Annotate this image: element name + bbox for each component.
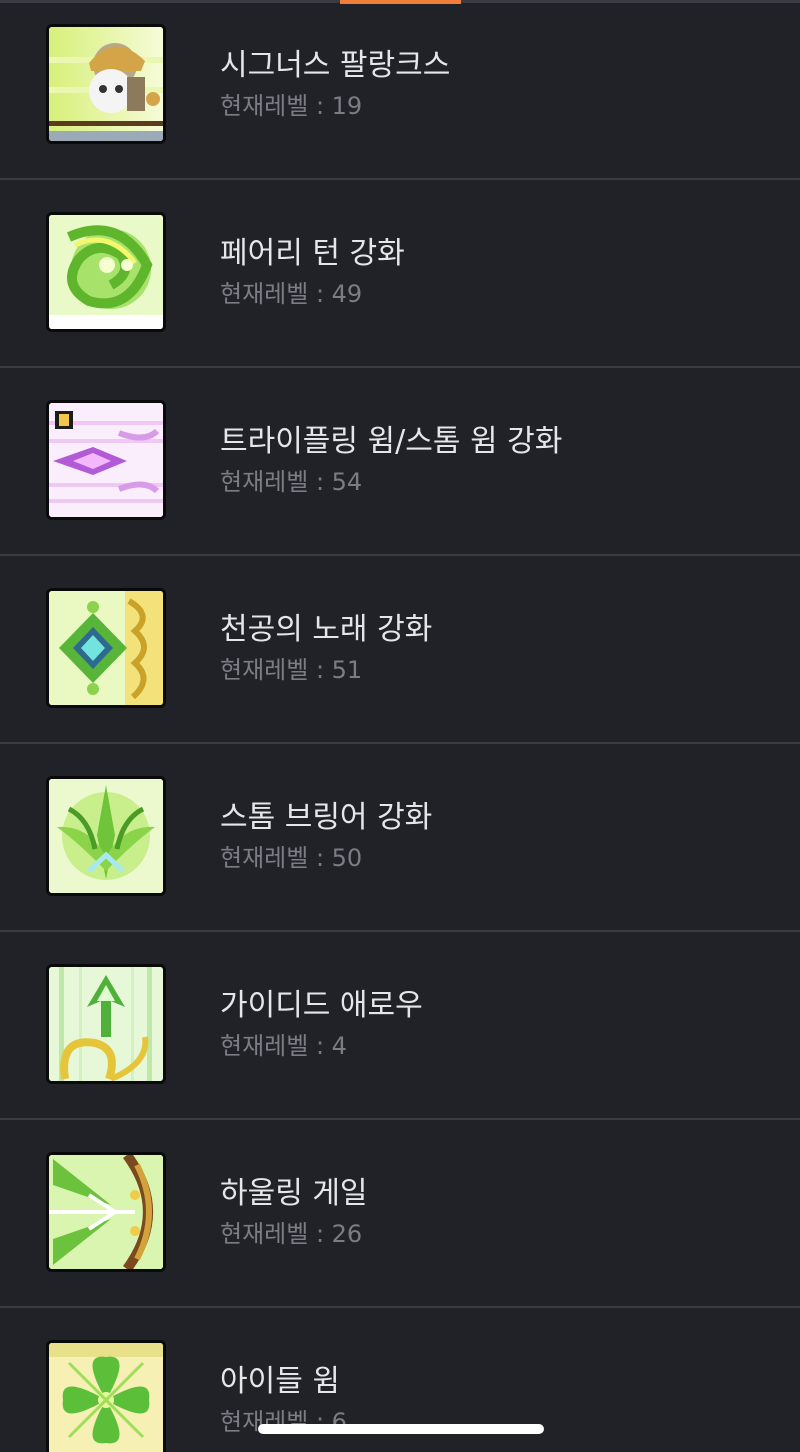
skill-list: 시그너스 팔랑크스 현재레벨 : 19 페어리 턴 강화 현재레벨 : 49 트…: [0, 0, 800, 1452]
skill-list-screen: 시그너스 팔랑크스 현재레벨 : 19 페어리 턴 강화 현재레벨 : 49 트…: [0, 0, 800, 1452]
home-indicator[interactable]: [258, 1424, 544, 1434]
skill-level: 현재레벨 : 49: [220, 280, 363, 308]
howling-gale-icon: [46, 1152, 166, 1272]
skill-name: 천공의 노래 강화: [220, 612, 433, 647]
song-of-heaven-icon: [46, 588, 166, 708]
skill-row[interactable]: 스톰 브링어 강화 현재레벨 : 50: [0, 744, 800, 932]
skill-name: 시그너스 팔랑크스: [220, 48, 451, 83]
skill-level: 현재레벨 : 54: [220, 468, 363, 496]
skill-level: 현재레벨 : 50: [220, 844, 363, 872]
skill-row[interactable]: 가이디드 애로우 현재레벨 : 4: [0, 932, 800, 1120]
skill-level: 현재레벨 : 51: [220, 656, 363, 684]
skill-level: 현재레벨 : 19: [220, 92, 363, 120]
trifling-whim-icon: [46, 400, 166, 520]
guided-arrow-icon: [46, 964, 166, 1084]
skill-name: 트라이플링 윔/스톰 윔 강화: [220, 424, 563, 459]
skill-row[interactable]: 시그너스 팔랑크스 현재레벨 : 19: [0, 0, 800, 180]
skill-level: 현재레벨 : 26: [220, 1220, 363, 1248]
skill-row[interactable]: 페어리 턴 강화 현재레벨 : 49: [0, 180, 800, 368]
fairy-turn-icon: [46, 212, 166, 332]
skill-level: 현재레벨 : 4: [220, 1032, 347, 1060]
cygnus-phalanx-icon: [46, 24, 166, 144]
skill-row[interactable]: 하울링 게일 현재레벨 : 26: [0, 1120, 800, 1308]
idle-whim-icon: [46, 1340, 166, 1452]
skill-name: 스톰 브링어 강화: [220, 800, 433, 835]
skill-name: 하울링 게일: [220, 1176, 368, 1211]
skill-name: 아이들 윔: [220, 1364, 340, 1399]
skill-row[interactable]: 천공의 노래 강화 현재레벨 : 51: [0, 556, 800, 744]
skill-name: 페어리 턴 강화: [220, 236, 405, 271]
skill-name: 가이디드 애로우: [220, 988, 423, 1023]
skill-row[interactable]: 트라이플링 윔/스톰 윔 강화 현재레벨 : 54: [0, 368, 800, 556]
storm-bringer-icon: [46, 776, 166, 896]
